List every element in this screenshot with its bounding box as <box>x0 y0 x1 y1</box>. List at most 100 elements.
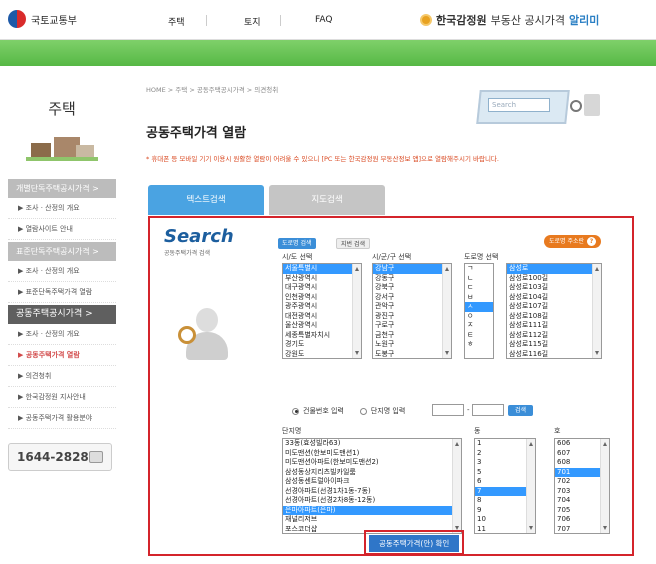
sidebar-item-branches[interactable]: ▶ 한국감정원 지사안내 <box>8 387 116 408</box>
sidebar-item-standard-house[interactable]: 표준단독주택공시가격 > <box>8 242 116 261</box>
complex-listbox[interactable]: 33동(효성빌라63) 미도맨션(한보미도맨션1) 미도맨션아파트(한보미도맨션… <box>282 438 462 534</box>
nav-land[interactable]: 토지 <box>244 15 261 28</box>
sigungu-listbox[interactable]: 강남구 강동구 강북구 강서구 관악구 광진구 구로구 금천구 노원구 도봉구 <box>372 263 452 359</box>
road-address-help-label: 도로명 주소란 <box>549 238 585 245</box>
sidebar-item-apartment-view[interactable]: ▶ 공동주택가격 열람 <box>8 345 116 366</box>
building-number-main-input[interactable] <box>432 404 464 416</box>
list-item[interactable]: 강북구 <box>373 283 451 293</box>
list-item[interactable]: 세종특별자치시 <box>283 331 361 341</box>
building-number-sub-input[interactable] <box>472 404 504 416</box>
scrollbar[interactable] <box>592 264 601 358</box>
list-item[interactable]: 서울특별시 <box>283 264 361 274</box>
list-item[interactable]: 경기도 <box>283 340 361 350</box>
list-item[interactable]: 33동(효성빌라63) <box>283 439 461 449</box>
scrollbar[interactable] <box>352 264 361 358</box>
list-item[interactable]: ㅎ <box>465 340 493 350</box>
list-item[interactable]: 은마아파트(은마) <box>283 505 461 515</box>
brand-logo[interactable]: 한국감정원 부동산 공시가격 알리미 <box>420 12 599 28</box>
scroll-down-icon <box>445 351 449 355</box>
list-item[interactable]: 대구광역시 <box>283 283 361 293</box>
list-item[interactable]: 인천광역시 <box>283 293 361 303</box>
list-item[interactable]: 삼성로111길 <box>507 321 601 331</box>
scroll-up-icon <box>603 442 607 446</box>
scrollbar[interactable] <box>526 439 535 533</box>
dong-listbox[interactable]: 1 2 3 5 6 7 8 9 10 11 <box>474 438 536 534</box>
complex-name-radio[interactable] <box>359 407 367 415</box>
list-item[interactable]: 삼성로115길 <box>507 340 601 350</box>
sidebar-item-site-guide[interactable]: ▶ 열람사이트 안내 <box>8 219 116 240</box>
list-item[interactable]: 강동구 <box>373 274 451 284</box>
list-item[interactable]: 삼성동센트럴아이파크 <box>283 477 461 487</box>
road-search-button[interactable]: 도로명 검색 <box>278 238 316 249</box>
scrollbar[interactable] <box>600 439 609 533</box>
list-item[interactable]: 삼성로112길 <box>507 331 601 341</box>
sidebar-item-survey-overview[interactable]: ▶ 조사 · 산정의 개요 <box>8 261 116 282</box>
road-listbox[interactable]: 삼성로 삼성로100길 삼성로103길 삼성로104길 삼성로107길 삼성로1… <box>506 263 602 359</box>
ho-listbox[interactable]: 606 607 608 701 702 703 704 705 706 707 <box>554 438 610 534</box>
nav-divider <box>206 15 207 26</box>
list-item[interactable]: ㅇ <box>465 312 493 322</box>
nav-house[interactable]: 주택 <box>168 15 185 28</box>
list-item[interactable]: ㅂ <box>465 293 493 303</box>
sidebar-item-apartment[interactable]: 공동주택공시가격 > <box>8 305 116 324</box>
scrollbar[interactable] <box>452 439 461 533</box>
list-item[interactable]: 선경아파트(선경1차1동-7동) <box>283 487 461 497</box>
tab-text-search[interactable]: 텍스트검색 <box>148 185 264 215</box>
list-item[interactable]: 도봉구 <box>373 350 451 359</box>
list-item[interactable]: 미도맨션아파트(한보미도맨션2) <box>283 458 461 468</box>
list-item[interactable]: 구로구 <box>373 321 451 331</box>
confirm-price-button[interactable]: 공동주택가격(안) 확인 <box>369 535 460 552</box>
sidebar-item-usage[interactable]: ▶ 공동주택가격 활용분야 <box>8 408 116 429</box>
list-item[interactable]: 삼성로107길 <box>507 302 601 312</box>
telephone-icon <box>89 451 103 463</box>
list-item[interactable]: 광진구 <box>373 312 451 322</box>
list-item[interactable]: ㅌ <box>465 331 493 341</box>
list-item[interactable]: 삼성로104길 <box>507 293 601 303</box>
list-item[interactable]: ㅈ <box>465 321 493 331</box>
sidebar-item-individual-house[interactable]: 개별단독주택공시가격 > <box>8 179 116 198</box>
sidebar-item-opinion[interactable]: ▶ 의견청취 <box>8 366 116 387</box>
list-item[interactable]: 삼성로108길 <box>507 312 601 322</box>
list-item[interactable]: 관악구 <box>373 302 451 312</box>
list-item[interactable]: 삼성동상지리츠빌카일룸 <box>283 468 461 478</box>
list-item[interactable]: ㄴ <box>465 274 493 284</box>
list-item[interactable]: 광주광역시 <box>283 302 361 312</box>
list-item[interactable]: 강남구 <box>373 264 451 274</box>
scroll-up-icon <box>595 267 599 271</box>
list-item[interactable]: 강원도 <box>283 350 361 359</box>
list-item[interactable]: 미도맨션(한보미도맨션1) <box>283 449 461 459</box>
list-item[interactable]: ㄷ <box>465 283 493 293</box>
tab-map-search[interactable]: 지도검색 <box>269 185 385 215</box>
dong-label: 동 <box>474 427 481 435</box>
list-item[interactable]: 삼성로 <box>507 264 601 274</box>
sidebar-item-survey-overview[interactable]: ▶ 조사 · 산정의 개요 <box>8 324 116 345</box>
kab-logo-icon <box>420 14 432 26</box>
list-item[interactable]: 노원구 <box>373 340 451 350</box>
sido-listbox[interactable]: 서울특별시 부산광역시 대구광역시 인천광역시 광주광역시 대전광역시 울산광역… <box>282 263 362 359</box>
scroll-up-icon <box>455 442 459 446</box>
lot-search-button[interactable]: 지번 검색 <box>336 238 370 249</box>
list-item[interactable]: 강서구 <box>373 293 451 303</box>
phone-number-box: 1644-2828 <box>8 443 112 471</box>
list-item[interactable]: 삼성로100길 <box>507 274 601 284</box>
sidebar-item-standard-view[interactable]: ▶ 표준단독주택가격 열람 <box>8 282 116 303</box>
list-item[interactable]: ㄱ <box>465 264 493 274</box>
building-number-radio[interactable] <box>292 407 299 415</box>
list-item[interactable]: ㅅ <box>465 302 493 312</box>
sidebar-item-survey-overview[interactable]: ▶ 조사 · 산정의 개요 <box>8 198 116 219</box>
list-item[interactable]: 부산광역시 <box>283 274 361 284</box>
ministry-logo[interactable]: 국토교통부 <box>8 10 77 28</box>
scrollbar[interactable] <box>442 264 451 358</box>
road-address-help-button[interactable]: 도로명 주소란 ? <box>544 235 602 248</box>
search-button[interactable]: 검색 <box>508 405 534 416</box>
breadcrumb: HOME > 주택 > 공동주택공시가격 > 의견청취 <box>146 86 279 94</box>
list-item[interactable]: 대전광역시 <box>283 312 361 322</box>
road-initial-listbox[interactable]: ㄱ ㄴ ㄷ ㅂ ㅅ ㅇ ㅈ ㅌ ㅎ <box>464 263 494 359</box>
list-item[interactable]: 삼성로116길 <box>507 350 601 359</box>
list-item[interactable]: 재널리저브 <box>283 515 461 525</box>
list-item[interactable]: 금천구 <box>373 331 451 341</box>
list-item[interactable]: 울산광역시 <box>283 321 361 331</box>
nav-faq[interactable]: FAQ <box>315 15 332 25</box>
list-item[interactable]: 선경아파트(선경2차8동-12동) <box>283 496 461 506</box>
list-item[interactable]: 삼성로103길 <box>507 283 601 293</box>
